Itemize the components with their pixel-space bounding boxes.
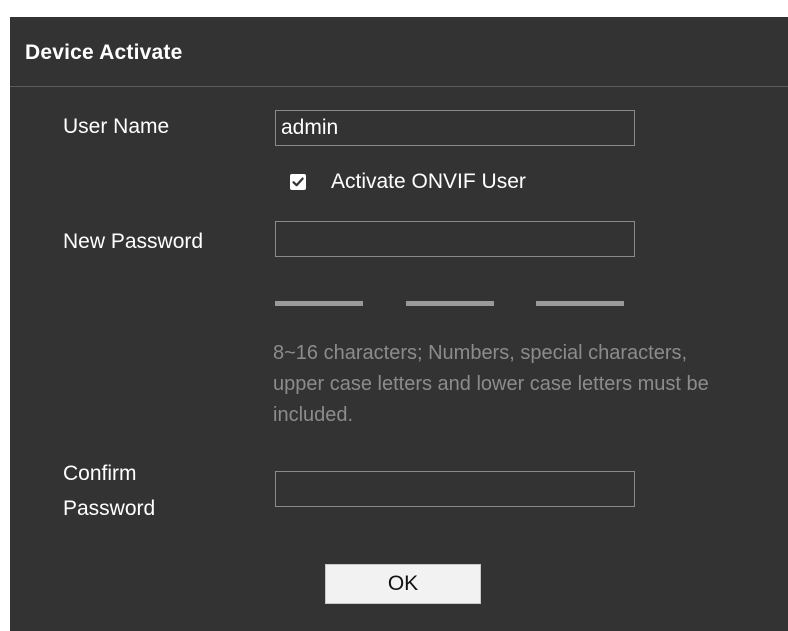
username-label: User Name [63,115,170,138]
dialog-header: Device Activate [10,17,788,87]
confirm-password-label-line2: Password [63,497,156,520]
device-activate-dialog: Device Activate User Name Activate ONVIF… [10,17,788,631]
password-requirements-hint: 8~16 characters; Numbers, special charac… [273,342,709,426]
activate-onvif-label[interactable]: Activate ONVIF User [331,168,526,196]
username-input[interactable] [275,110,635,146]
confirm-password-input[interactable] [275,471,635,507]
activate-onvif-checkbox[interactable] [290,174,306,190]
new-password-label: New Password [63,230,204,253]
strength-segment-medium [406,301,494,306]
strength-segment-strong [536,301,624,306]
new-password-input[interactable] [275,221,635,257]
ok-button[interactable]: OK [325,564,481,604]
dialog-title: Device Activate [25,41,183,64]
checkmark-icon [292,177,304,187]
confirm-password-label-line1: Confirm [63,462,137,485]
strength-segment-weak [275,301,363,306]
